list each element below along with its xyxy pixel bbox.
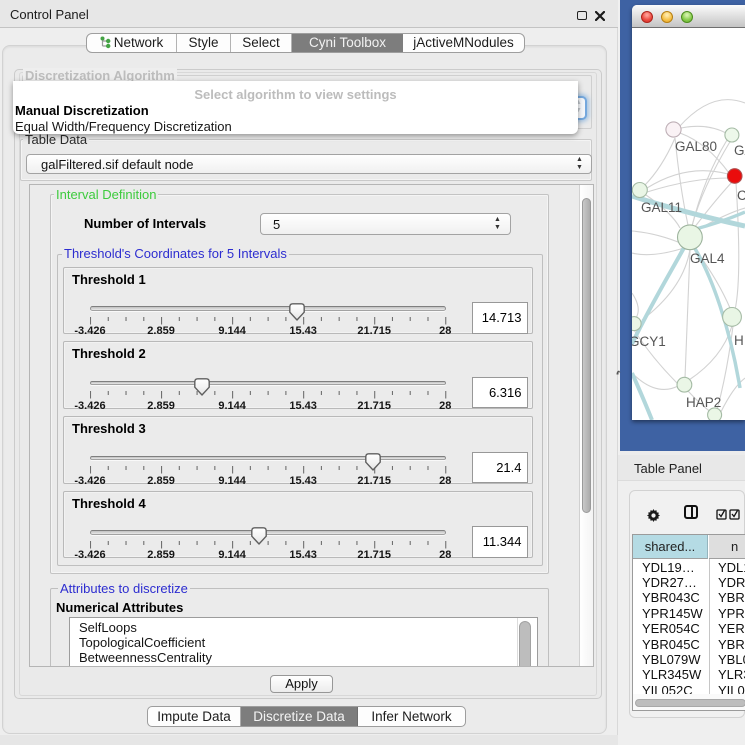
svg-text:GAL80: GAL80 [675,139,717,154]
svg-text:GAL4: GAL4 [690,251,725,266]
svg-text:GAL11: GAL11 [641,200,682,215]
svg-text:HAP2: HAP2 [686,395,721,410]
svg-text:C: C [737,188,745,203]
svg-text:GCY1: GCY1 [632,334,666,349]
svg-text:GA: GA [734,143,745,158]
svg-text:H: H [734,333,744,348]
